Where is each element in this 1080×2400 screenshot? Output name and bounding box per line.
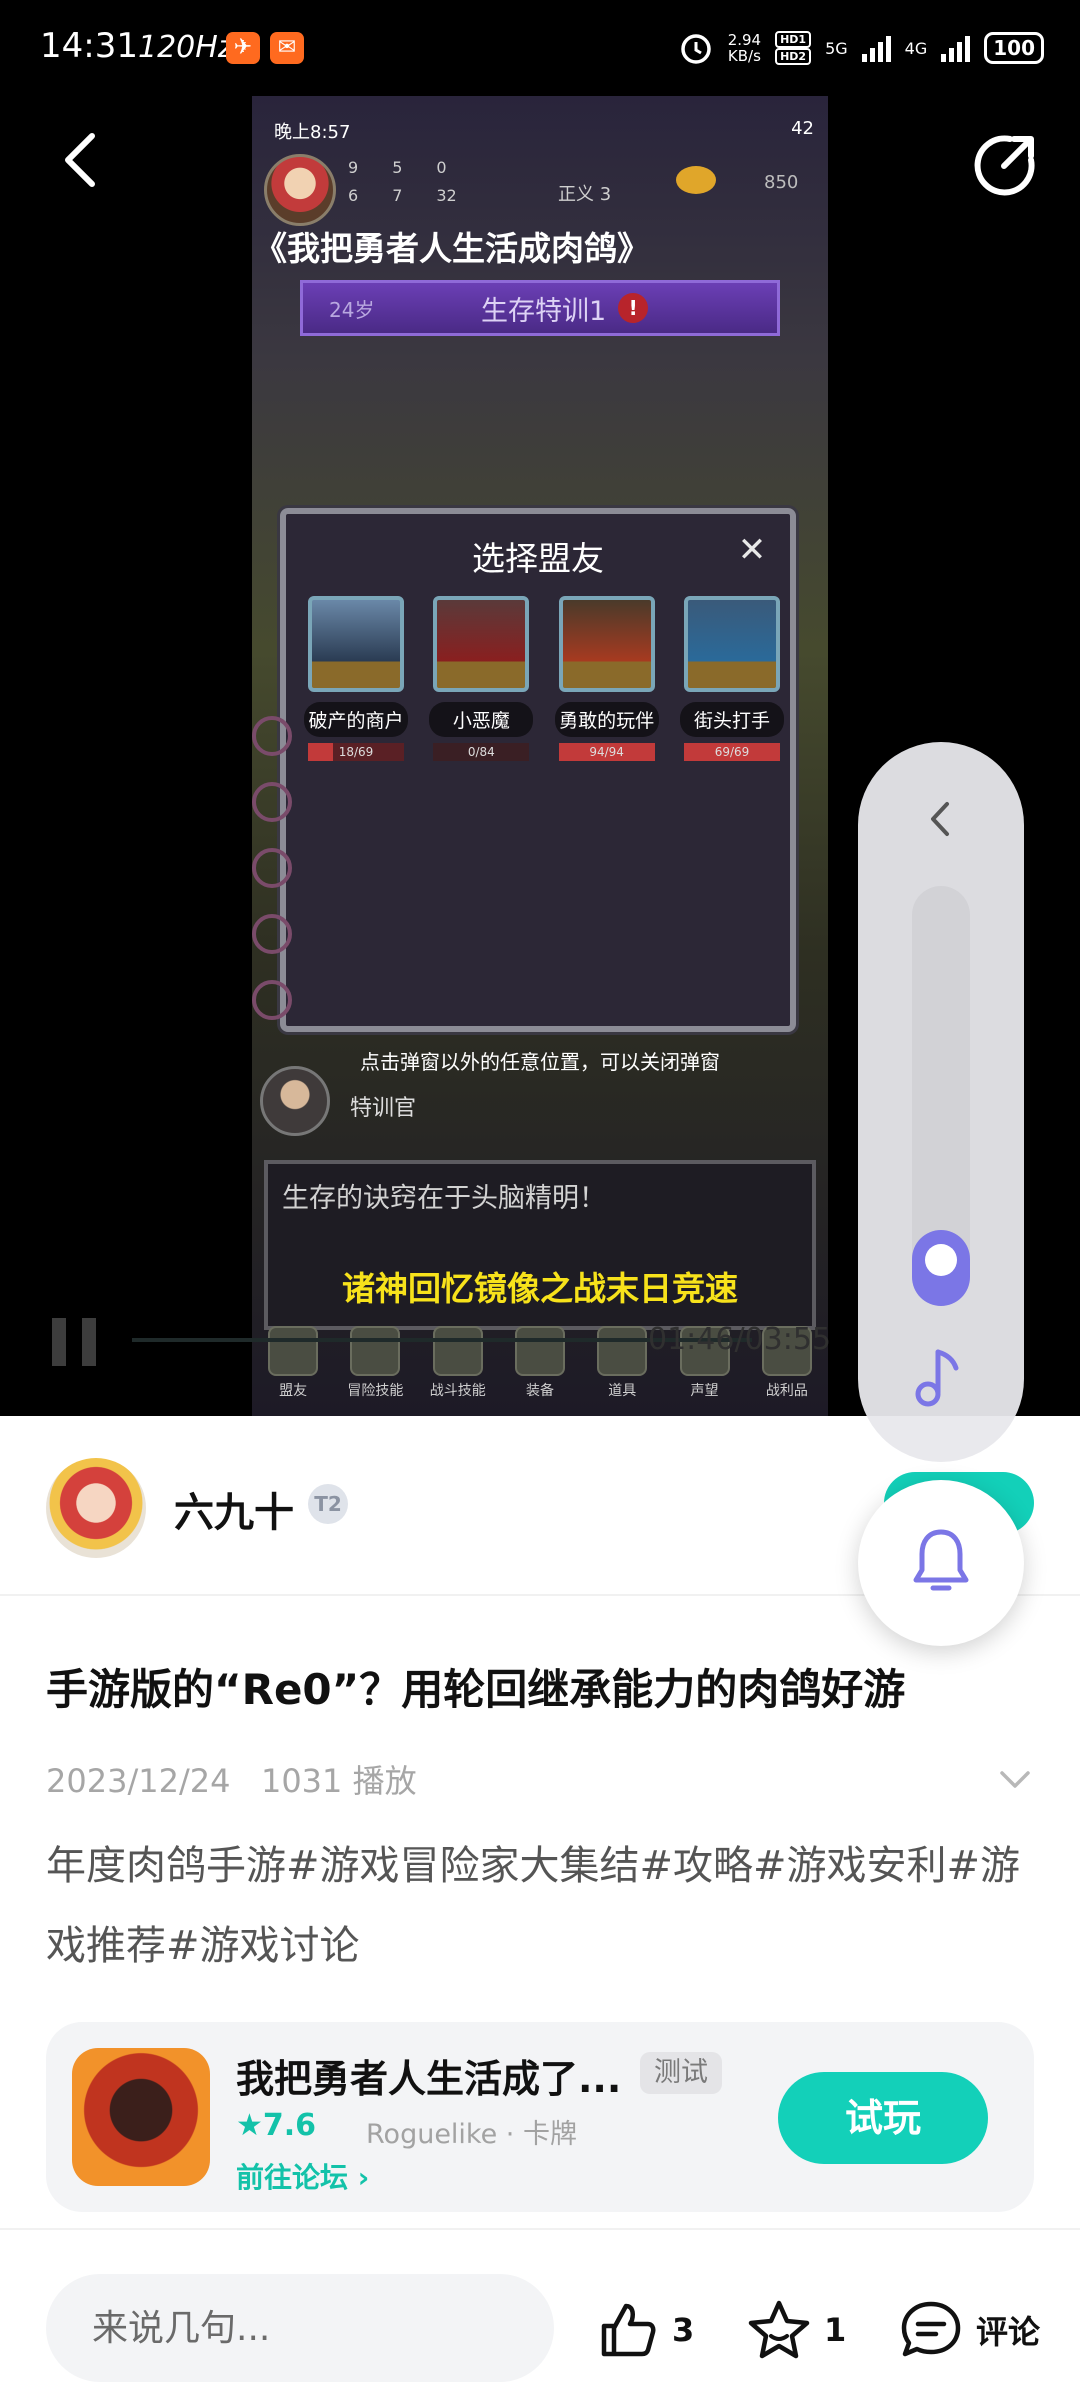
chevron-left-icon[interactable]: [911, 794, 971, 844]
author-name[interactable]: 六九十: [174, 1480, 294, 1538]
post-meta: 2023/12/24 1031 播放: [46, 1756, 417, 1802]
game-card[interactable]: 我把勇者人生活成了... 测试 ★7.6 Roguelike · 卡牌 前往论坛…: [46, 2022, 1034, 2212]
dialog-hint: 点击弹窗以外的任意位置，可以关闭弹窗: [360, 1050, 720, 1074]
game-icon: [72, 2048, 210, 2186]
status-badge: 测试: [640, 2052, 722, 2094]
music-note-icon[interactable]: [908, 1342, 974, 1412]
hd-badges: HD1 HD2: [775, 31, 812, 65]
bottom-action-bar: 3 1 评论: [0, 2228, 1080, 2400]
player-stats-2: 6 7 32: [348, 186, 457, 205]
comment-input[interactable]: [46, 2274, 554, 2382]
bell-icon: [913, 1529, 969, 1591]
star-icon: [748, 2300, 810, 2359]
video-frame: 晚上8:57 42 9 5 0 6 7 32 正义 3 850 《我把勇者人生活…: [252, 96, 828, 1416]
post-title: 手游版的“Re0”？用轮回继承能力的肉鸽好游: [46, 1665, 906, 1714]
signal-bars-icon: [861, 34, 891, 62]
combat-skill-icon: [432, 1326, 483, 1376]
ally-card: 勇敢的玩伴 94/94: [554, 596, 659, 761]
dialog-textbox: 生存的诀窍在于头脑精明！ 诸神回忆镜像之战末日竞速: [264, 1160, 816, 1330]
network-speed: 2.94 KB/s: [727, 31, 762, 65]
status-bar: 14:31 120Hz ✈ ✉ 2.94 KB/s HD1 HD2 5G 4G …: [0, 0, 1080, 96]
alert-icon: !: [618, 293, 649, 323]
ally-portrait: [308, 596, 404, 692]
ally-card: 小恶魔 0/84: [429, 596, 534, 761]
comment-label: 评论: [976, 2313, 1041, 2351]
officer-avatar: [260, 1066, 330, 1136]
game-side-buttons: [252, 716, 292, 1046]
level-badge: T2: [308, 1484, 348, 1524]
player-stats: 9 5 0: [348, 158, 447, 177]
stage-banner: 24岁 生存特训1 !: [300, 280, 780, 336]
clock: 14:31: [40, 26, 138, 66]
favorite-count: 1: [824, 2311, 847, 2349]
comment-button[interactable]: 评论: [898, 2298, 1040, 2362]
like-button[interactable]: 3: [596, 2298, 694, 2362]
equipment-icon: [514, 1326, 565, 1376]
player-avatar: [264, 154, 336, 226]
ally-portrait: [433, 596, 530, 692]
volume-slider-handle[interactable]: [912, 1230, 970, 1306]
pause-icon[interactable]: [48, 1314, 104, 1370]
game-genre: Roguelike · 卡牌: [366, 2119, 577, 2150]
battery-icon: 100: [984, 32, 1044, 64]
avatar[interactable]: [46, 1458, 146, 1558]
game-rating: ★7.6: [236, 2108, 317, 2143]
ally-list: 破产的商户 18/69 小恶魔 0/84 勇敢的玩伴 94/94 街头打手 69…: [304, 596, 784, 761]
coin-icon: [676, 166, 716, 194]
forum-link[interactable]: 前往论坛 ›: [236, 2156, 369, 2196]
game-status-bar: 晚上8:57 42: [274, 118, 814, 143]
refresh-rate: 120Hz: [138, 30, 234, 65]
justice-stat: 正义 3: [558, 184, 612, 205]
notification-button[interactable]: [858, 1480, 1024, 1646]
gold-count: 850: [764, 172, 799, 193]
network-5g-label: 5G: [825, 38, 848, 58]
ally-nav-icon: [268, 1326, 319, 1376]
item-icon: [597, 1326, 648, 1376]
try-play-button[interactable]: 试玩: [778, 2072, 988, 2164]
officer-name: 特训官: [350, 1096, 417, 1121]
video-time: 01:46/03:55: [648, 1322, 832, 1357]
ally-card: 破产的商户 18/69: [304, 596, 408, 761]
video-subtitle: 诸神回忆镜像之战末日竞速: [342, 1269, 738, 1308]
dialog-title: 选择盟友: [472, 539, 604, 578]
adventure-skill-icon: [350, 1326, 401, 1376]
ally-portrait: [558, 596, 655, 692]
like-count: 3: [672, 2311, 695, 2349]
post-date: 2023/12/24: [46, 1762, 231, 1800]
signal-bars-icon-2: [941, 34, 971, 62]
ally-card: 街头打手 69/69: [679, 596, 784, 761]
comment-icon: [901, 2301, 961, 2357]
back-icon[interactable]: [52, 130, 112, 190]
game-name: 我把勇者人生活成了...: [236, 2057, 622, 2101]
alarm-icon: [680, 34, 711, 64]
volume-panel: [858, 742, 1024, 1462]
ally-portrait: [683, 596, 780, 692]
volume-slider-track[interactable]: [912, 886, 970, 1284]
game-title: 《我把勇者人生活成肉鸽》: [254, 229, 650, 268]
chevron-down-icon[interactable]: [998, 1764, 1032, 1794]
post-description: 年度肉鸽手游#游戏冒险家大集结#攻略#游戏安利#游戏推荐#游戏讨论: [46, 1843, 1021, 1969]
notification-app-icon-2: ✉: [270, 32, 304, 64]
share-icon[interactable]: [970, 130, 1040, 200]
network-4g-label: 4G: [904, 38, 928, 58]
select-ally-dialog: 选择盟友 ✕ 破产的商户 18/69 小恶魔 0/84 勇敢的玩伴 94/94: [280, 508, 796, 1032]
thumbs-up-icon: [601, 2303, 656, 2357]
favorite-button[interactable]: 1: [746, 2298, 846, 2362]
play-count: 1031 播放: [260, 1762, 417, 1800]
close-icon: ✕: [737, 530, 767, 570]
notification-app-icon: ✈: [226, 32, 260, 64]
